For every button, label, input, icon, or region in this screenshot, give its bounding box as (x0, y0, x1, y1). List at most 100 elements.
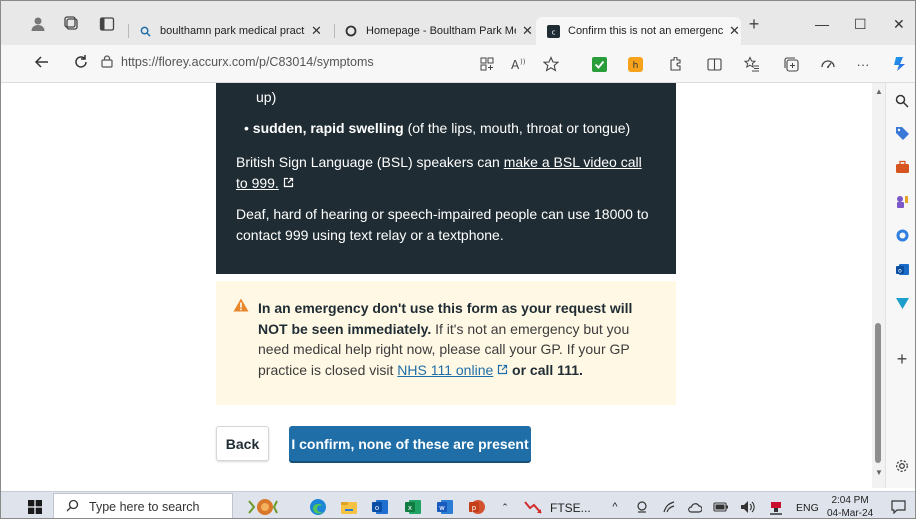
read-aloud-icon[interactable]: A)) (510, 55, 528, 73)
svg-text:)): )) (520, 58, 526, 66)
app-available-icon[interactable] (478, 55, 496, 73)
scroll-up-icon[interactable]: ▲ (875, 87, 883, 96)
bullet-text: (of the lips, mouth, throat or tongue) (403, 120, 631, 136)
performance-icon[interactable] (819, 55, 837, 73)
add-sidebar-app-icon[interactable]: + (894, 349, 910, 369)
new-tab-icon[interactable]: + (745, 14, 763, 34)
minimize-icon[interactable]: — (815, 16, 829, 32)
pen-icon[interactable] (660, 498, 678, 516)
microsoft-365-icon[interactable] (894, 227, 910, 243)
workspaces-icon[interactable] (63, 15, 81, 33)
collections-icon[interactable] (782, 55, 800, 73)
profile-icon[interactable] (29, 15, 47, 33)
tab-homepage[interactable]: Homepage - Boultham Park Medical ✕ (334, 17, 534, 45)
svg-text:h: h (632, 61, 638, 71)
volume-icon[interactable] (739, 498, 757, 516)
page-scrollbar[interactable]: ▲ ▼ (872, 83, 885, 488)
bsl-text: British Sign Language (BSL) speakers can (236, 154, 504, 170)
honey-extension-icon[interactable]: h (626, 55, 644, 73)
external-link-icon (497, 362, 508, 378)
svg-text:o: o (898, 267, 902, 274)
url-field[interactable]: https://florey.accurx.com/p/C83014/sympt… (101, 55, 374, 69)
system-clock[interactable]: 2:04 PM 04-Mar-24 (827, 494, 874, 519)
warning-end-text: or call 111. (508, 361, 583, 378)
scrollbar-thumb[interactable] (875, 323, 881, 463)
clock-time: 2:04 PM (831, 495, 869, 506)
browser-sidebar: o + (885, 83, 915, 488)
notifications-icon[interactable] (889, 498, 907, 516)
input-language[interactable]: ENG (796, 502, 819, 514)
circle-icon (344, 24, 358, 38)
extensions-icon[interactable] (665, 55, 683, 73)
network-icon[interactable] (767, 498, 785, 516)
favorites-icon[interactable] (743, 55, 761, 73)
warning-text: In an emergency don't use this form as y… (258, 298, 658, 380)
search-icon[interactable] (894, 93, 910, 109)
close-icon[interactable]: ✕ (729, 23, 740, 39)
settings-gear-icon[interactable] (894, 458, 910, 474)
svg-text:p: p (472, 504, 477, 512)
maximize-icon[interactable]: ☐ (854, 16, 867, 33)
svg-text:c: c (551, 28, 555, 36)
cloud-icon[interactable] (685, 498, 703, 516)
more-menu-icon[interactable]: ··· (854, 55, 872, 73)
tab-search[interactable]: boulthamn park medical practice ✕ (128, 17, 333, 45)
games-icon[interactable] (894, 193, 910, 209)
show-hidden-icons-chevron-icon[interactable]: ^ (606, 498, 624, 516)
tab-title: boulthamn park medical practice (160, 25, 305, 37)
windows-taskbar: Type here to search o x w p ⌃ FTSE... ^ (1, 491, 915, 519)
svg-text:w: w (439, 504, 445, 512)
scroll-down-icon[interactable]: ▼ (875, 468, 883, 477)
powerpoint-icon[interactable]: p (468, 498, 486, 516)
split-screen-icon[interactable] (705, 55, 723, 73)
close-icon[interactable]: ✕ (311, 23, 322, 39)
refresh-icon[interactable] (73, 54, 89, 75)
favorite-star-icon[interactable] (542, 55, 560, 73)
windows-start-icon[interactable] (26, 498, 44, 516)
emergency-warning-panel: In an emergency don't use this form as y… (216, 281, 676, 405)
external-link-icon (283, 177, 294, 191)
svg-text:o: o (375, 504, 379, 512)
page-content: up) • sudden, rapid swelling (of the lip… (1, 83, 872, 488)
search-icon (66, 499, 79, 515)
chevron-up-down-icon[interactable]: ⌃ (496, 498, 514, 516)
copilot-icon[interactable] (891, 55, 909, 73)
nhs-111-online-link[interactable]: NHS 111 online (397, 362, 493, 378)
shopping-tag-icon[interactable] (894, 125, 910, 141)
bullet-bold-text: sudden, rapid swelling (252, 120, 404, 136)
search-highlight-icon[interactable] (244, 498, 282, 516)
tab-confirm-emergency[interactable]: c Confirm this is not an emergency ✕ (536, 17, 741, 45)
word-icon[interactable]: w (436, 498, 454, 516)
address-bar: https://florey.accurx.com/p/C83014/sympt… (1, 45, 915, 83)
tab-title: Homepage - Boultham Park Medical (366, 25, 516, 37)
lock-icon (101, 55, 113, 71)
stock-chart-icon[interactable] (524, 498, 542, 516)
outlook-icon[interactable]: o (894, 261, 910, 277)
outlook-taskbar-icon[interactable]: o (371, 498, 389, 516)
confirm-none-present-button[interactable]: I confirm, none of these are present (289, 426, 531, 461)
list-item: • sudden, rapid swelling (of the lips, m… (244, 120, 631, 136)
textphone-paragraph: Deaf, hard of hearing or speech-impaired… (236, 206, 649, 243)
clock-date: 04-Mar-24 (827, 508, 874, 519)
meet-now-icon[interactable] (633, 498, 651, 516)
accurx-icon: c (546, 24, 560, 38)
battery-icon[interactable] (712, 498, 730, 516)
tab-actions-icon[interactable] (98, 15, 116, 33)
file-explorer-icon[interactable] (340, 498, 358, 516)
taskbar-search-box[interactable]: Type here to search (53, 493, 233, 518)
close-icon[interactable]: ✕ (522, 23, 533, 39)
excel-icon[interactable]: x (404, 498, 422, 516)
tab-bar: boulthamn park medical practice ✕ Homepa… (1, 1, 915, 45)
checkmark-extension-icon[interactable] (590, 55, 608, 73)
edge-browser-icon[interactable] (309, 498, 327, 516)
back-button[interactable]: Back (216, 426, 269, 461)
drop-icon[interactable] (894, 295, 910, 311)
svg-text:x: x (408, 504, 412, 512)
back-arrow-icon[interactable] (34, 54, 50, 75)
warning-icon (233, 297, 249, 312)
tools-briefcase-icon[interactable] (894, 159, 910, 175)
svg-text:A: A (511, 58, 520, 71)
ftse-ticker[interactable]: FTSE... (550, 501, 591, 515)
window-close-icon[interactable]: ✕ (893, 16, 905, 33)
tab-title: Confirm this is not an emergency (568, 25, 723, 37)
